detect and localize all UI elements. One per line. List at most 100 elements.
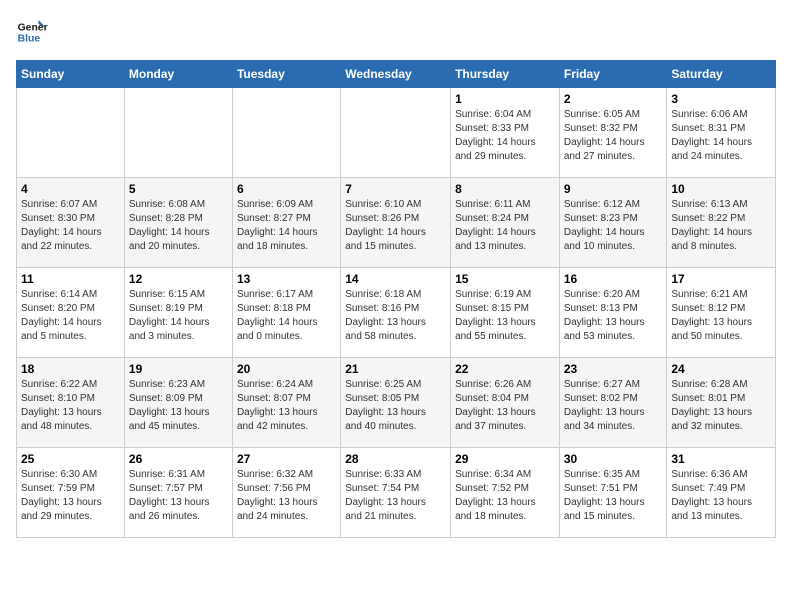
calendar-cell: 4Sunrise: 6:07 AM Sunset: 8:30 PM Daylig… <box>17 178 125 268</box>
calendar-cell <box>17 88 125 178</box>
weekday-header-sunday: Sunday <box>17 61 125 88</box>
weekday-header-saturday: Saturday <box>667 61 776 88</box>
day-info: Sunrise: 6:05 AM Sunset: 8:32 PM Dayligh… <box>564 108 663 164</box>
calendar-cell: 19Sunrise: 6:23 AM Sunset: 8:09 PM Dayli… <box>124 358 232 448</box>
day-info: Sunrise: 6:08 AM Sunset: 8:28 PM Dayligh… <box>129 198 228 254</box>
calendar-cell: 28 Sunrise: 6:33 AM Sunset: 7:54 PM Dayli… <box>341 448 451 538</box>
day-number: 25 <box>21 452 120 466</box>
svg-text:Blue: Blue <box>18 34 41 45</box>
calendar-cell: 31 Sunrise: 6:36 AM Sunset: 7:49 PM Dayli… <box>667 448 776 538</box>
day-info: Sunrise: 6:09 AM Sunset: 8:27 PM Dayligh… <box>237 198 336 254</box>
logo-icon: General Blue <box>16 16 48 48</box>
day-number: 10 <box>671 182 771 196</box>
calendar-cell <box>232 88 340 178</box>
calendar-cell: 17 Sunrise: 6:21 AM Sunset: 8:12 PM Dayli… <box>667 268 776 358</box>
day-info: Sunrise: 6:24 AM Sunset: 8:07 PM Dayligh… <box>237 378 336 434</box>
calendar-cell: 6 Sunrise: 6:09 AM Sunset: 8:27 PM Daylig… <box>232 178 340 268</box>
day-number: 18 <box>21 362 120 376</box>
day-info: Sunrise: 6:25 AM Sunset: 8:05 PM Dayligh… <box>345 378 446 434</box>
day-number: 29 <box>455 452 555 466</box>
day-number: 21 <box>345 362 446 376</box>
day-info: Sunrise: 6:18 AM Sunset: 8:16 PM Dayligh… <box>345 288 446 344</box>
calendar-cell: 14 Sunrise: 6:18 AM Sunset: 8:16 PM Dayli… <box>341 268 451 358</box>
calendar-cell: 24Sunrise: 6:28 AM Sunset: 8:01 PM Dayli… <box>667 358 776 448</box>
day-number: 17 <box>671 272 771 286</box>
day-info: Sunrise: 6:06 AM Sunset: 8:31 PM Dayligh… <box>671 108 771 164</box>
day-number: 13 <box>237 272 336 286</box>
weekday-header-friday: Friday <box>559 61 667 88</box>
page-header: General Blue <box>16 16 776 48</box>
day-info: Sunrise: 6:31 AM Sunset: 7:57 PM Dayligh… <box>129 468 228 524</box>
day-info: Sunrise: 6:33 AM Sunset: 7:54 PM Dayligh… <box>345 468 446 524</box>
day-number: 3 <box>671 92 771 106</box>
calendar-cell: 8Sunrise: 6:11 AM Sunset: 8:24 PM Daylig… <box>451 178 560 268</box>
day-number: 11 <box>21 272 120 286</box>
calendar-cell <box>124 88 232 178</box>
calendar-cell: 7 Sunrise: 6:10 AM Sunset: 8:26 PM Daylig… <box>341 178 451 268</box>
day-info: Sunrise: 6:13 AM Sunset: 8:22 PM Dayligh… <box>671 198 771 254</box>
day-info: Sunrise: 6:30 AM Sunset: 7:59 PM Dayligh… <box>21 468 120 524</box>
day-info: Sunrise: 6:11 AM Sunset: 8:24 PM Dayligh… <box>455 198 555 254</box>
calendar-cell: 10 Sunrise: 6:13 AM Sunset: 8:22 PM Dayli… <box>667 178 776 268</box>
day-number: 14 <box>345 272 446 286</box>
day-info: Sunrise: 6:32 AM Sunset: 7:56 PM Dayligh… <box>237 468 336 524</box>
day-number: 26 <box>129 452 228 466</box>
day-number: 9 <box>564 182 663 196</box>
day-number: 28 <box>345 452 446 466</box>
day-number: 31 <box>671 452 771 466</box>
day-number: 20 <box>237 362 336 376</box>
calendar-cell: 12 Sunrise: 6:15 AM Sunset: 8:19 PM Dayli… <box>124 268 232 358</box>
day-number: 7 <box>345 182 446 196</box>
day-number: 30 <box>564 452 663 466</box>
day-number: 6 <box>237 182 336 196</box>
day-info: Sunrise: 6:10 AM Sunset: 8:26 PM Dayligh… <box>345 198 446 254</box>
calendar-cell: 1 Sunrise: 6:04 AM Sunset: 8:33 PM Daylig… <box>451 88 560 178</box>
calendar-cell: 13 Sunrise: 6:17 AM Sunset: 8:18 PM Dayli… <box>232 268 340 358</box>
day-number: 22 <box>455 362 555 376</box>
weekday-header-tuesday: Tuesday <box>232 61 340 88</box>
day-info: Sunrise: 6:23 AM Sunset: 8:09 PM Dayligh… <box>129 378 228 434</box>
calendar-cell: 9 Sunrise: 6:12 AM Sunset: 8:23 PM Daylig… <box>559 178 667 268</box>
calendar-cell: 29 Sunrise: 6:34 AM Sunset: 7:52 PM Dayli… <box>451 448 560 538</box>
calendar-cell: 25 Sunrise: 6:30 AM Sunset: 7:59 PM Dayli… <box>17 448 125 538</box>
day-number: 1 <box>455 92 555 106</box>
weekday-header-thursday: Thursday <box>451 61 560 88</box>
calendar-cell: 18 Sunrise: 6:22 AM Sunset: 8:10 PM Dayli… <box>17 358 125 448</box>
calendar-cell <box>341 88 451 178</box>
day-info: Sunrise: 6:12 AM Sunset: 8:23 PM Dayligh… <box>564 198 663 254</box>
day-number: 15 <box>455 272 555 286</box>
day-number: 23 <box>564 362 663 376</box>
day-info: Sunrise: 6:35 AM Sunset: 7:51 PM Dayligh… <box>564 468 663 524</box>
calendar-cell: 20 Sunrise: 6:24 AM Sunset: 8:07 PM Dayli… <box>232 358 340 448</box>
calendar-cell: 22 Sunrise: 6:26 AM Sunset: 8:04 PM Dayli… <box>451 358 560 448</box>
svg-text:General: General <box>18 22 48 33</box>
day-info: Sunrise: 6:20 AM Sunset: 8:13 PM Dayligh… <box>564 288 663 344</box>
calendar-cell: 3 Sunrise: 6:06 AM Sunset: 8:31 PM Daylig… <box>667 88 776 178</box>
day-info: Sunrise: 6:26 AM Sunset: 8:04 PM Dayligh… <box>455 378 555 434</box>
calendar-cell: 27 Sunrise: 6:32 AM Sunset: 7:56 PM Dayli… <box>232 448 340 538</box>
day-info: Sunrise: 6:14 AM Sunset: 8:20 PM Dayligh… <box>21 288 120 344</box>
day-number: 2 <box>564 92 663 106</box>
calendar-cell: 15 Sunrise: 6:19 AM Sunset: 8:15 PM Dayli… <box>451 268 560 358</box>
calendar-cell: 5 Sunrise: 6:08 AM Sunset: 8:28 PM Daylig… <box>124 178 232 268</box>
day-info: Sunrise: 6:28 AM Sunset: 8:01 PM Dayligh… <box>671 378 771 434</box>
calendar-cell: 11 Sunrise: 6:14 AM Sunset: 8:20 PM Dayli… <box>17 268 125 358</box>
day-info: Sunrise: 6:36 AM Sunset: 7:49 PM Dayligh… <box>671 468 771 524</box>
weekday-header-monday: Monday <box>124 61 232 88</box>
day-info: Sunrise: 6:17 AM Sunset: 8:18 PM Dayligh… <box>237 288 336 344</box>
logo: General Blue <box>16 16 48 48</box>
calendar-cell: 2 Sunrise: 6:05 AM Sunset: 8:32 PM Daylig… <box>559 88 667 178</box>
day-number: 27 <box>237 452 336 466</box>
day-info: Sunrise: 6:15 AM Sunset: 8:19 PM Dayligh… <box>129 288 228 344</box>
day-info: Sunrise: 6:27 AM Sunset: 8:02 PM Dayligh… <box>564 378 663 434</box>
day-info: Sunrise: 6:21 AM Sunset: 8:12 PM Dayligh… <box>671 288 771 344</box>
day-info: Sunrise: 6:34 AM Sunset: 7:52 PM Dayligh… <box>455 468 555 524</box>
day-info: Sunrise: 6:19 AM Sunset: 8:15 PM Dayligh… <box>455 288 555 344</box>
day-info: Sunrise: 6:04 AM Sunset: 8:33 PM Dayligh… <box>455 108 555 164</box>
day-info: Sunrise: 6:22 AM Sunset: 8:10 PM Dayligh… <box>21 378 120 434</box>
day-number: 12 <box>129 272 228 286</box>
calendar-cell: 30 Sunrise: 6:35 AM Sunset: 7:51 PM Dayli… <box>559 448 667 538</box>
day-number: 5 <box>129 182 228 196</box>
calendar-table: SundayMondayTuesdayWednesdayThursdayFrid… <box>16 60 776 538</box>
day-number: 16 <box>564 272 663 286</box>
